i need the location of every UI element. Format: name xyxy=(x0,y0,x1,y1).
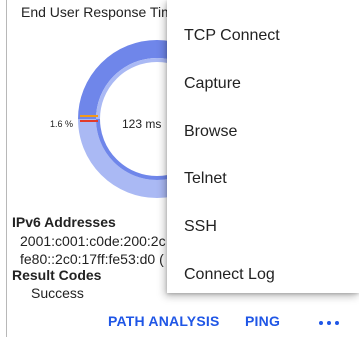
overflow-menu: TCP Connect Capture Browse Telnet SSH Co… xyxy=(167,0,359,293)
ipv6-address-1: 2001:c001:c0de:200:2c xyxy=(20,233,166,249)
ipv6-address-2: fe80::2c0:17ff:fe53:d0 ( xyxy=(20,251,164,267)
gauge-marker-orange xyxy=(80,115,98,117)
path-analysis-button[interactable]: PATH ANALYSIS xyxy=(108,313,220,329)
menu-item-tcp-connect[interactable]: TCP Connect xyxy=(167,13,359,61)
menu-item-browse[interactable]: Browse xyxy=(167,109,359,157)
menu-item-capture[interactable]: Capture xyxy=(167,61,359,109)
menu-item-label: Connect Log xyxy=(184,266,275,283)
result-code-value: Success xyxy=(31,285,84,301)
ipv6-heading: IPv6 Addresses xyxy=(12,214,116,230)
menu-item-label: SSH xyxy=(184,218,217,235)
menu-item-connect-log[interactable]: Connect Log xyxy=(167,252,359,300)
menu-item-label: Browse xyxy=(184,123,238,140)
menu-item-label: Capture xyxy=(184,75,241,92)
card-title: End User Response Tim xyxy=(21,4,173,20)
menu-item-ssh[interactable]: SSH xyxy=(167,204,359,252)
menu-item-label: Telnet xyxy=(184,170,227,187)
menu-item-telnet[interactable]: Telnet xyxy=(167,156,359,204)
gauge-percent-label: 1.6 % xyxy=(50,119,74,129)
ping-button[interactable]: PING xyxy=(245,313,280,329)
menu-item-label: TCP Connect xyxy=(184,27,280,44)
more-horizontal-icon[interactable] xyxy=(319,318,339,328)
result-codes-heading: Result Codes xyxy=(12,267,102,283)
gauge-marker-red xyxy=(80,120,98,122)
bottom-action-bar: PATH ANALYSIS PING xyxy=(0,305,359,337)
gauge-time-label: 123 ms xyxy=(122,117,162,131)
